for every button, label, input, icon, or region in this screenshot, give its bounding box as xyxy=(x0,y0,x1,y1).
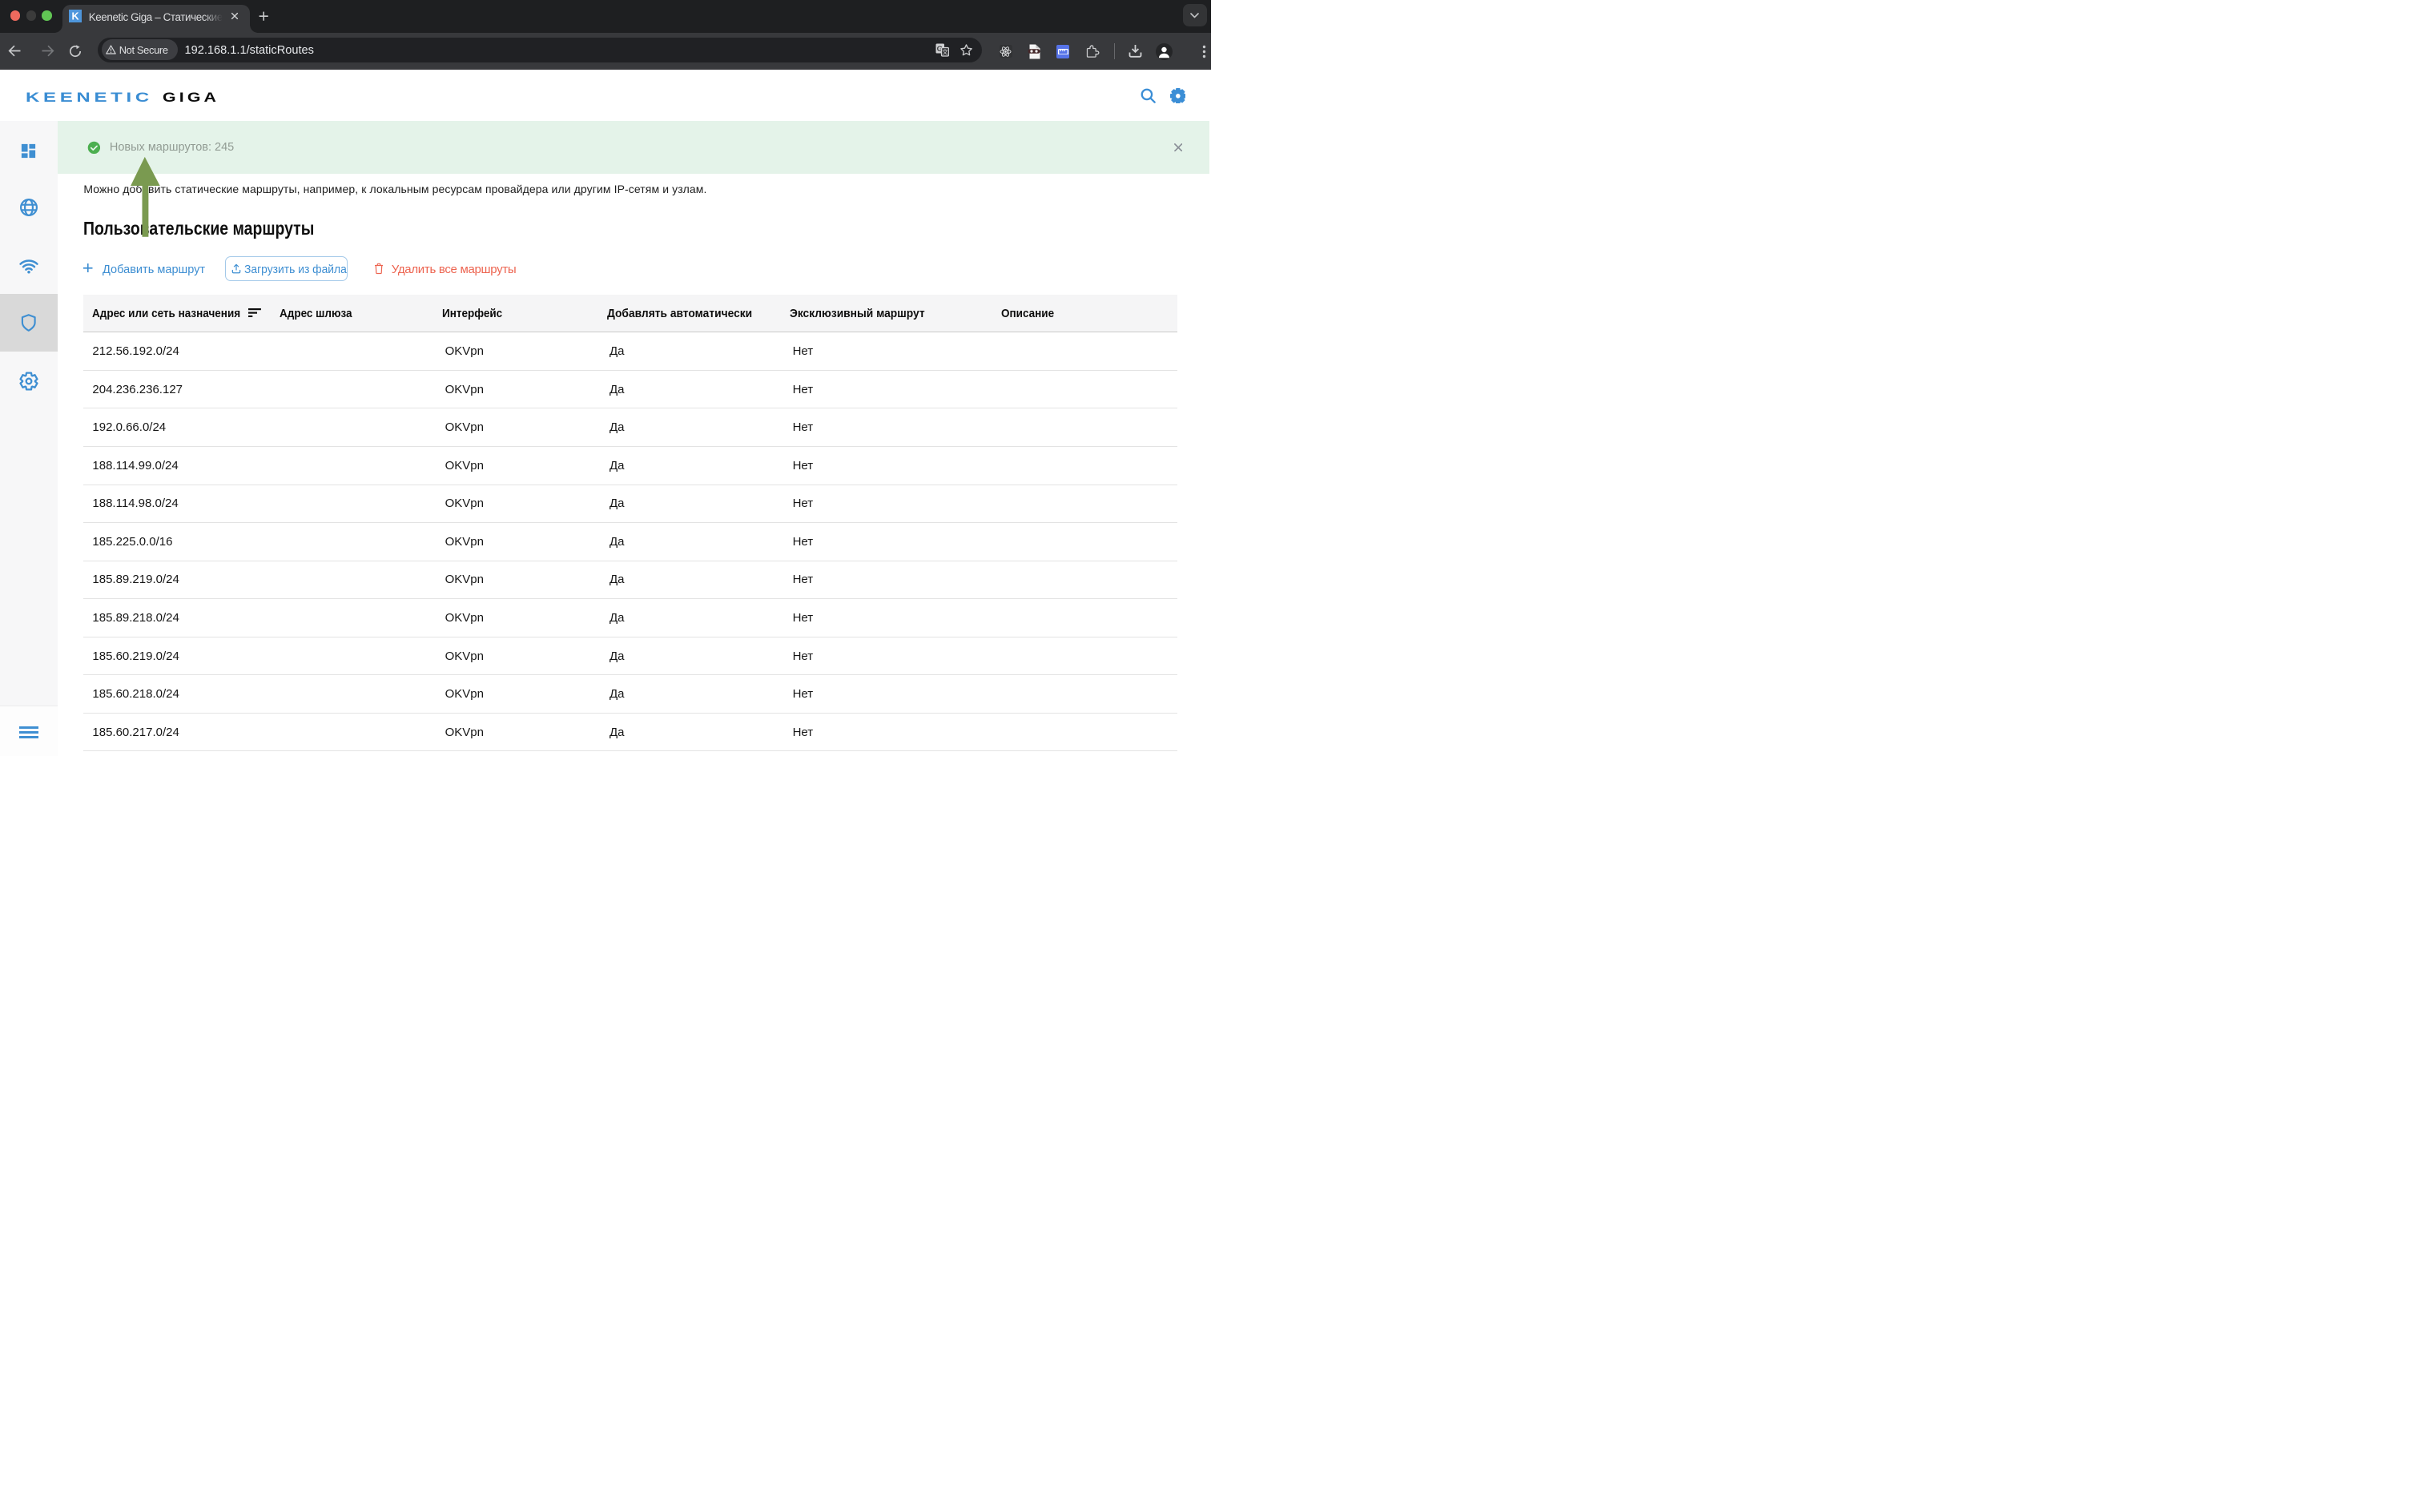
svg-text:文: 文 xyxy=(942,48,948,56)
svg-text:K: K xyxy=(72,11,79,22)
